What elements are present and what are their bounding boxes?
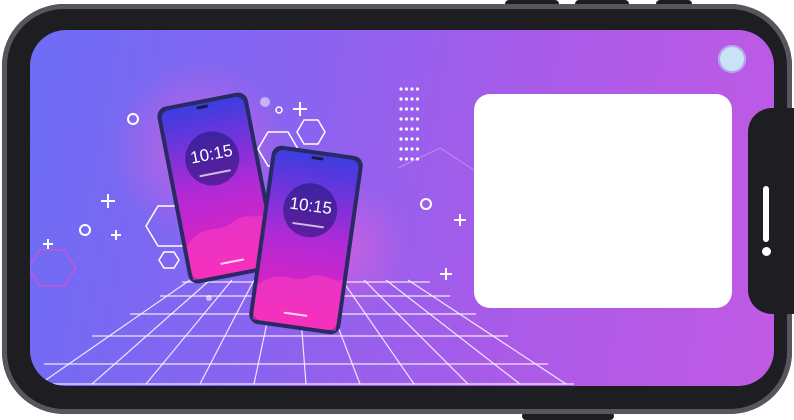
dot <box>399 157 403 161</box>
sensor-dot <box>762 247 771 256</box>
camera-icon <box>718 45 746 73</box>
hexagon-icon <box>158 251 180 269</box>
dot <box>399 147 403 151</box>
plus-icon <box>440 268 452 280</box>
dot <box>410 117 414 121</box>
dot <box>410 147 414 151</box>
dot <box>415 137 420 141</box>
dot <box>410 87 414 91</box>
plus-icon <box>111 230 121 240</box>
dot <box>415 127 420 131</box>
plus-icon <box>43 239 53 249</box>
dot <box>410 127 414 131</box>
speaker-slit <box>763 186 769 242</box>
ring-icon <box>260 97 270 107</box>
ring-icon <box>420 198 432 210</box>
dot <box>399 117 403 121</box>
dot <box>404 87 409 91</box>
dot <box>415 97 420 101</box>
content-card <box>474 94 732 308</box>
dot <box>415 107 420 111</box>
dot <box>399 107 403 111</box>
dot <box>410 107 414 111</box>
dot <box>399 87 403 91</box>
network-line <box>397 147 475 171</box>
dot <box>415 117 420 121</box>
dot <box>415 87 420 91</box>
device-mockup: 10:15 10:15 <box>0 0 794 420</box>
plus-icon <box>454 214 466 226</box>
dot <box>404 137 409 141</box>
dot <box>399 137 403 141</box>
dot <box>404 107 409 111</box>
dot <box>404 117 409 121</box>
ring-icon <box>79 224 91 236</box>
dot <box>404 147 409 151</box>
hexagon-icon <box>296 119 326 145</box>
phone-notch <box>748 108 794 314</box>
dot <box>410 137 414 141</box>
ring-icon <box>206 295 212 301</box>
plus-icon <box>293 102 307 116</box>
plus-icon <box>101 194 115 208</box>
dot <box>404 97 409 101</box>
dot <box>410 97 414 101</box>
hexagon-icon <box>30 249 77 287</box>
dot-grid-icon <box>399 87 420 161</box>
dot <box>415 147 420 151</box>
dot <box>404 157 409 161</box>
dot <box>404 127 409 131</box>
dot <box>399 127 403 131</box>
dot <box>410 157 414 161</box>
dot <box>399 97 403 101</box>
